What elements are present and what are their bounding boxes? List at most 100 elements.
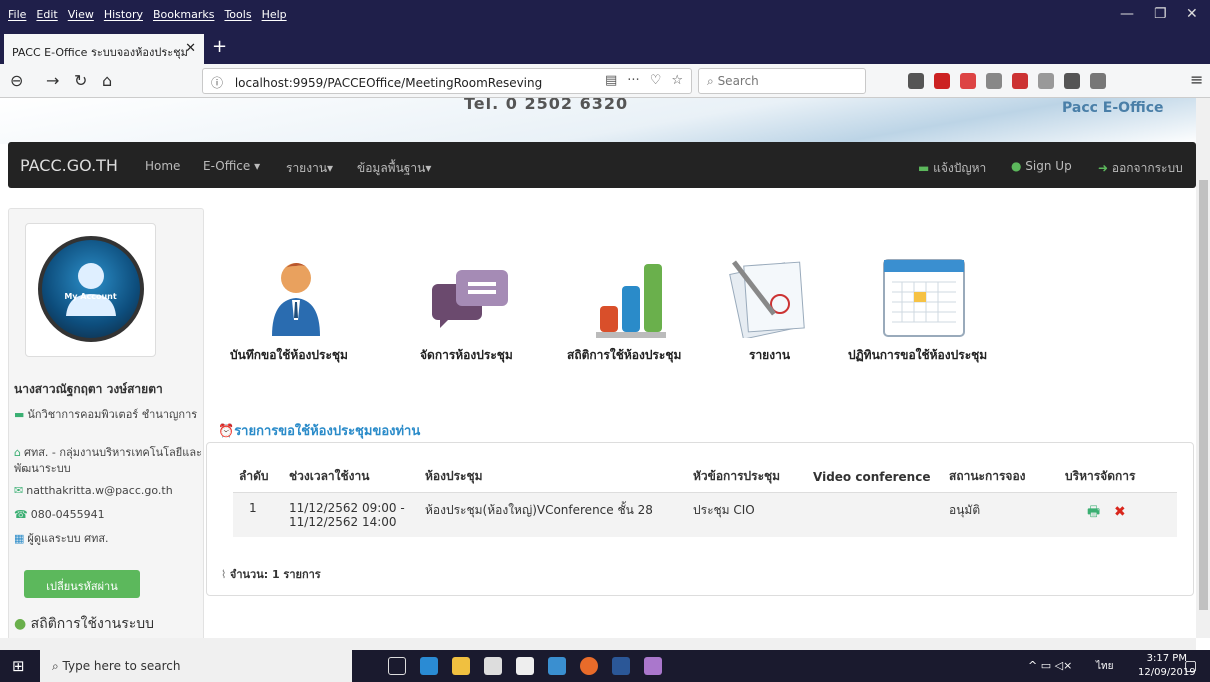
record-count: ⌇ จำนวน: 1 รายการ [221,565,321,583]
file-explorer-icon[interactable] [452,657,470,675]
document-icon [729,260,805,338]
person-icon [66,263,116,316]
profile-phone: ☎ 080-0455941 [14,507,202,523]
pocket-icon[interactable]: ♡ [650,73,662,88]
nav-eoffice[interactable]: E-Office ▾ [203,159,260,173]
menu-help[interactable]: Help [262,8,287,21]
box-icon[interactable] [548,657,566,675]
nav-signup[interactable]: ● Sign Up [1011,159,1072,173]
more-icon[interactable]: ··· [627,73,639,88]
menu-file[interactable]: File [8,8,26,21]
system-stats-link[interactable]: ● สถิติการใช้งานระบบ [14,613,154,635]
logout-icon: ➜ [1098,161,1112,175]
sidebar-icon[interactable] [1038,73,1054,89]
paperclip-icon: ⌇ [221,568,230,581]
tab-title: PACC E-Office ระบบจองห้องประชุม [12,46,188,59]
firefox-icon[interactable] [580,657,598,675]
browser-tab[interactable]: PACC E-Office ระบบจองห้องประชุม ✕ [4,34,204,64]
sync-icon[interactable] [1064,73,1080,89]
windows-start-icon[interactable]: ⊞ [12,657,25,675]
menu-edit[interactable]: Edit [36,8,57,21]
print-icon[interactable]: 🖶 [1087,504,1100,520]
nav-basedata[interactable]: ข้อมูลพื้นฐาน▾ [357,159,431,178]
notification-icon[interactable]: ▢ [1184,658,1197,674]
mp3-extension-icon[interactable] [1012,73,1028,89]
cell-time: 11/12/2562 09:00 - 11/12/2562 14:00 [283,492,419,537]
avatar-circle [38,236,144,342]
menu-history[interactable]: History [104,8,143,21]
hd-extension-icon[interactable] [934,73,950,89]
change-password-button[interactable]: เปลี่ยนรหัสผ่าน [24,570,140,598]
mail-icon[interactable] [516,657,534,675]
delete-icon[interactable]: ✖ [1114,504,1126,520]
tab-close-icon[interactable]: ✕ [185,41,196,56]
nav-report-problem[interactable]: ▬ แจ้งปัญหา [918,159,986,178]
account-icon[interactable] [1090,73,1106,89]
browser-search-input[interactable]: ⌕ Search [698,68,866,94]
new-tab-icon[interactable]: + [212,36,227,57]
avatar[interactable]: My Account [25,223,156,357]
horizontal-scrollbar[interactable] [0,638,1196,650]
word-icon[interactable] [612,657,630,675]
nav-problem-label: แจ้งปัญหา [933,161,987,175]
cell-status: อนุมัติ [943,492,1059,537]
forward-icon[interactable]: → [46,71,59,90]
restore-icon[interactable]: ❐ [1154,6,1167,22]
bookmark-star-icon[interactable]: ☆ [671,73,683,88]
request-list-panel: ลำดับ ช่วงเวลาใช้งาน ห้องประชุม หัวข้อกา… [206,442,1194,596]
site-info-icon[interactable]: ⓘ [211,76,223,90]
hamburger-menu-icon[interactable]: ≡ [1190,70,1203,89]
request-table: ลำดับ ช่วงเวลาใช้งาน ห้องประชุม หัวข้อกา… [233,461,1177,537]
extension-icons [908,73,1106,89]
task-view-icon[interactable] [388,657,406,675]
nav-report[interactable]: รายงาน▾ [286,159,333,178]
banner-tel: Tel. 0 2502 6320 [464,98,629,113]
phone-icon: ☎ [14,508,28,521]
back-icon[interactable]: ⊖ [10,71,23,90]
profile-name: นางสาวณัฐกฤตา วงษ์สายตา [14,382,163,396]
paint-icon[interactable] [644,657,662,675]
bar-chart-icon [596,264,666,338]
vertical-scrollbar[interactable] [1196,98,1210,638]
request-list-title-text: รายการขอใช้ห้องประชุมของท่าน [234,424,421,439]
reload-icon[interactable]: ↻ [74,71,87,90]
col-room: ห้องประชุม [419,461,687,493]
action-label-stats: สถิติการใช้ห้องประชุม [567,348,682,362]
site-logo[interactable]: PACC.GO.TH [20,156,118,175]
profile-position-text: นักวิชาการคอมพิวเตอร์ ชำนาญการ [27,408,198,421]
close-window-icon[interactable]: ✕ [1186,6,1198,22]
request-list-title: ⏰รายการขอใช้ห้องประชุมของท่าน [218,420,420,441]
search-icon: ⌕ [52,659,63,673]
menu-tools[interactable]: Tools [224,8,251,21]
edge-icon[interactable] [420,657,438,675]
home-icon[interactable]: ⌂ [102,71,112,90]
taskbar-search-text: Type here to search [62,659,181,673]
nav-home[interactable]: Home [145,159,180,173]
url-actions: ▤ ··· ♡ ☆ [605,73,683,88]
profile-sidebar: My Account นางสาวณัฐกฤตา วงษ์สายตา ▬ นักว… [8,208,204,638]
minimize-icon[interactable]: — [1120,6,1134,22]
url-bar[interactable]: ⓘ localhost:9959/PACCEOffice/MeetingRoom… [202,68,692,94]
browser-navbar: ⊖ → ↻ ⌂ ⓘ localhost:9959/PACCEOffice/Mee… [0,64,1210,98]
reader-icon[interactable]: ▤ [605,73,617,88]
menu-bookmarks[interactable]: Bookmarks [153,8,214,21]
comment-icon: ▬ [918,161,934,175]
qrcode-icon: ▦ [14,532,25,545]
menu-view[interactable]: View [68,8,94,21]
table-header-row: ลำดับ ช่วงเวลาใช้งาน ห้องประชุม หัวข้อกา… [233,461,1177,493]
col-status: สถานะการจอง [943,461,1059,493]
taskbar-search[interactable]: ⌕ Type here to search [40,650,352,682]
nav-logout[interactable]: ➜ ออกจากระบบ [1098,159,1183,178]
p-extension-icon[interactable] [960,73,976,89]
library-icon[interactable] [908,73,924,89]
businessman-icon [272,263,320,336]
avatar-label: My Account [64,292,117,301]
system-tray-icons[interactable]: ^ ▭ ◁× [1028,659,1072,672]
nav-signup-label: Sign Up [1025,159,1072,173]
site-navbar: PACC.GO.TH Home E-Office ▾ รายงาน▾ ข้อมู… [8,142,1196,188]
vertical-scroll-thumb[interactable] [1199,180,1208,610]
language-indicator[interactable]: ไทย [1096,659,1113,674]
gear-extension-icon[interactable] [986,73,1002,89]
store-icon[interactable] [484,657,502,675]
site-banner: Tel. 0 2502 6320 Pacc E-Office [0,98,1196,144]
